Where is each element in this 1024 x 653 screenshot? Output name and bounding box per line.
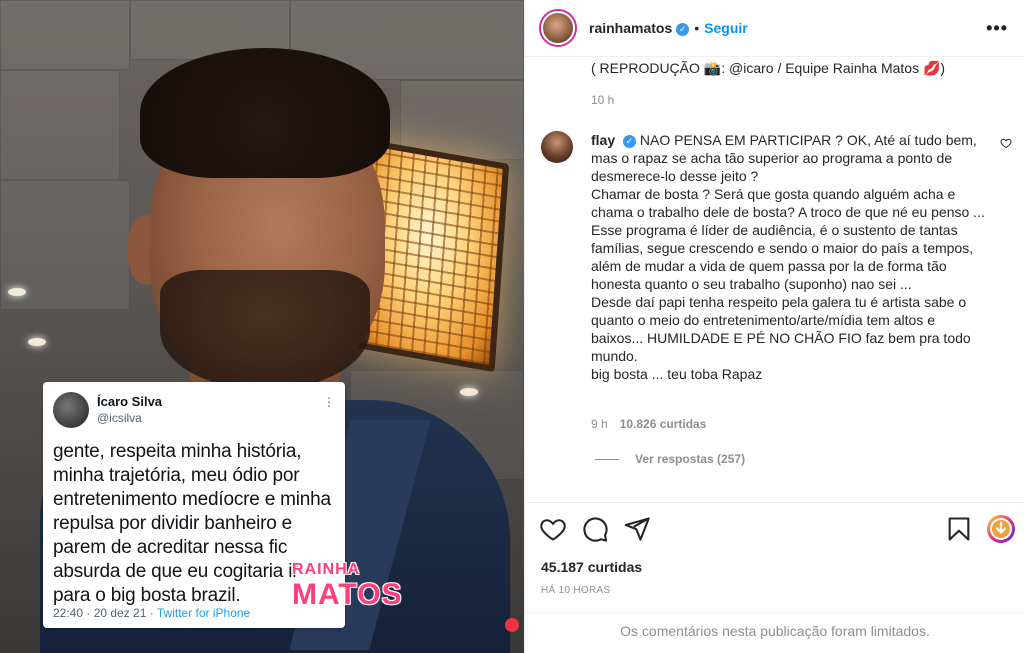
tweet-source: Twitter for iPhone — [156, 606, 251, 620]
comment-likes[interactable]: 10.826 curtidas — [620, 417, 707, 431]
commenter-username[interactable]: flay — [591, 132, 615, 148]
author-avatar[interactable] — [541, 11, 575, 45]
ceiling-tile — [0, 70, 120, 180]
view-replies-button[interactable]: Ver respostas (257) — [595, 452, 745, 466]
comment-bubble-icon[interactable] — [581, 515, 609, 543]
save-bookmark-icon[interactable] — [945, 515, 973, 543]
download-icon[interactable] — [987, 515, 1015, 543]
replies-line — [595, 458, 619, 460]
author-username[interactable]: rainhamatos ✓ — [589, 20, 690, 36]
share-send-icon[interactable] — [623, 515, 651, 543]
comment-body: flay ✓ NAO PENSA EM PARTICIPAR ? OK, Até… — [591, 131, 986, 383]
tweet-more-icon: ⋮ — [323, 395, 335, 409]
like-heart-icon[interactable] — [539, 515, 567, 543]
action-row — [539, 515, 1015, 547]
watermark-line2: MATOS — [292, 578, 403, 611]
view-replies-label[interactable]: Ver respostas (257) — [635, 452, 745, 466]
person-hair — [140, 48, 390, 178]
tweet-date: 22:40 · 20 dez 21 · — [53, 606, 157, 620]
post-header: rainhamatos ✓ • Seguir ••• — [525, 0, 1024, 57]
ceiling-light — [460, 388, 478, 396]
post-image[interactable]: Ícaro Silva @icsilva ⋮ gente, respeita m… — [0, 0, 524, 653]
person-beard — [160, 270, 370, 390]
comment-meta: 9 h 10.826 curtidas — [591, 417, 706, 431]
comments-list[interactable]: ( REPRODUÇÃO 📸: @icaro / Equipe Rainha M… — [525, 57, 1024, 502]
ceiling-tile — [0, 0, 130, 70]
verified-badge-icon: ✓ — [623, 134, 637, 148]
commenter-avatar[interactable] — [541, 131, 573, 163]
more-options-icon[interactable]: ••• — [986, 18, 1008, 39]
author-username-text[interactable]: rainhamatos — [589, 20, 672, 36]
watermark-line1: RAINHA — [292, 561, 361, 578]
tweet-footer: 22:40 · 20 dez 21 · Twitter for iPhone — [53, 606, 250, 620]
caption-text: ( REPRODUÇÃO 📸: @icaro / Equipe Rainha M… — [591, 60, 946, 76]
tweet-name: Ícaro Silva — [97, 394, 163, 409]
comment-item: flay ✓ NAO PENSA EM PARTICIPAR ? OK, Até… — [541, 131, 1012, 383]
comment-text: NAO PENSA EM PARTICIPAR ? OK, Até aí tud… — [591, 132, 985, 382]
comment-like-icon[interactable] — [1000, 137, 1012, 149]
tweet-handle: @icsilva — [97, 411, 142, 425]
corner-icon — [505, 618, 519, 632]
caption-time[interactable]: 10 h — [591, 93, 614, 107]
post-sidebar: rainhamatos ✓ • Seguir ••• ( REPRODUÇÃO 📸… — [524, 0, 1024, 653]
comments-limited-notice: Os comentários nesta publicação foram li… — [525, 612, 1024, 652]
follow-button[interactable]: Seguir — [704, 20, 748, 36]
ceiling-light — [28, 338, 46, 346]
ceiling-light — [8, 288, 26, 296]
likes-count[interactable]: 45.187 curtidas — [541, 559, 642, 575]
comment-time[interactable]: 9 h — [591, 417, 608, 431]
separator-dot: • — [694, 20, 700, 36]
verified-badge-icon: ✓ — [676, 22, 690, 36]
watermark-logo: RAINHA MATOS — [292, 562, 422, 618]
tweet-avatar — [53, 392, 89, 428]
post-time[interactable]: HÁ 10 HORAS — [541, 585, 610, 596]
